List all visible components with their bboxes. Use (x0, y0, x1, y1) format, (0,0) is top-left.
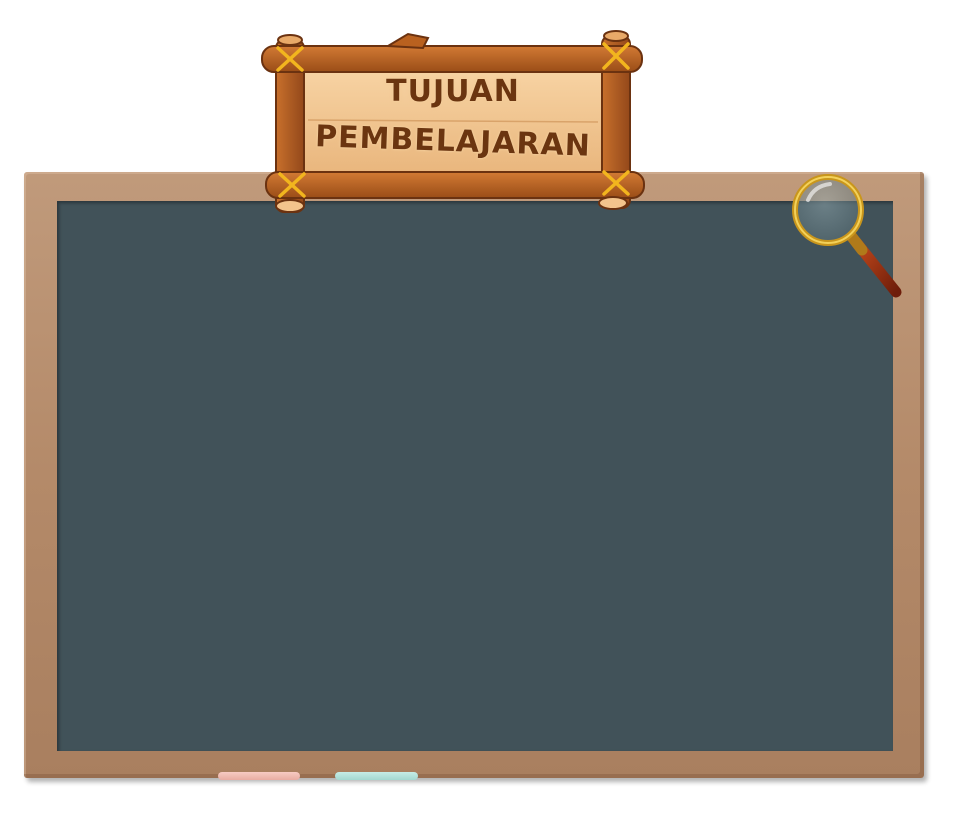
pink-chalk (218, 772, 300, 780)
sign-title-line1: TUJUAN (386, 74, 520, 109)
magnifying-glass-icon (792, 174, 902, 298)
blue-chalk (335, 772, 418, 780)
slide-scene: TUJUAN PEMBELAJARAN (0, 0, 960, 821)
chalkboard-surface (57, 201, 893, 780)
